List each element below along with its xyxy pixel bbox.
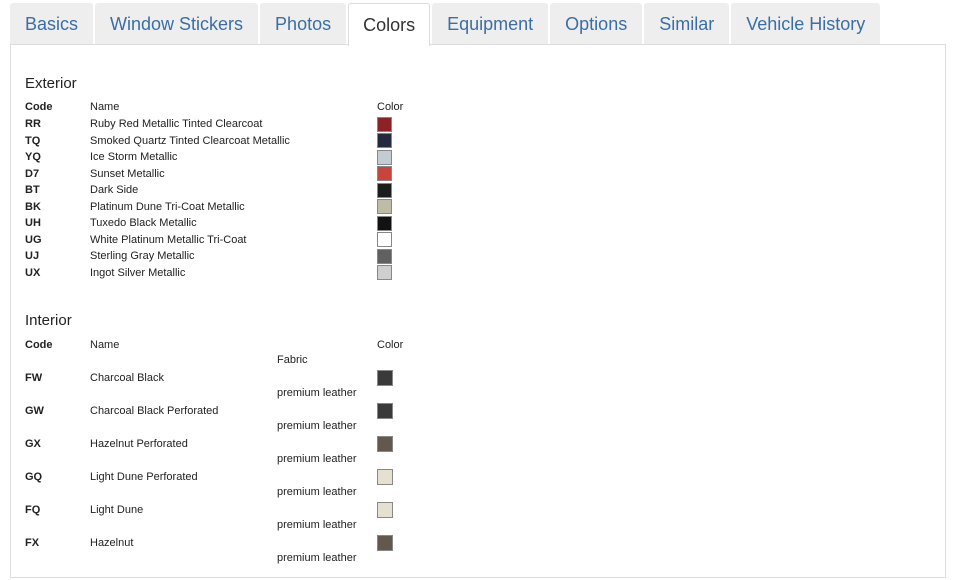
color-swatch bbox=[377, 402, 393, 419]
color-name: Sterling Gray Metallic bbox=[90, 250, 195, 262]
material-label: premium leather bbox=[277, 419, 357, 432]
color-name: Charcoal Black Perforated bbox=[90, 405, 219, 417]
color-code: UG bbox=[25, 233, 42, 246]
color-code: TQ bbox=[25, 134, 41, 147]
color-name: Ice Storm Metallic bbox=[90, 151, 178, 163]
color-code: D7 bbox=[25, 167, 40, 180]
color-code: UJ bbox=[25, 250, 40, 262]
color-swatch bbox=[377, 182, 392, 198]
interior-code-header: Code bbox=[25, 339, 53, 351]
material-label: premium leather bbox=[277, 518, 357, 531]
color-code: GW bbox=[25, 405, 44, 417]
interior-color-header: Color bbox=[377, 339, 404, 351]
exterior-name-header: Name bbox=[90, 101, 120, 113]
color-swatch bbox=[377, 534, 393, 551]
color-name: White Platinum Metallic Tri-Coat bbox=[90, 233, 247, 246]
color-code: FQ bbox=[25, 504, 41, 516]
color-name: Light Dune Perforated bbox=[90, 471, 198, 483]
color-code: GX bbox=[25, 438, 41, 450]
tab-vehicle-history[interactable]: Vehicle History bbox=[731, 3, 881, 44]
color-swatch bbox=[377, 435, 393, 452]
color-swatch bbox=[377, 501, 393, 518]
color-swatch bbox=[377, 149, 392, 165]
color-swatch bbox=[377, 215, 392, 231]
color-code: GQ bbox=[25, 471, 43, 483]
interior-title: Interior bbox=[25, 312, 72, 329]
interior-name-header: Name bbox=[90, 339, 120, 351]
interior-fabric-label: Fabric bbox=[277, 354, 308, 366]
color-name: Ingot Silver Metallic bbox=[90, 266, 186, 279]
color-name: Hazelnut Perforated bbox=[90, 438, 188, 450]
color-name: Dark Side bbox=[90, 184, 139, 196]
material-label: premium leather bbox=[277, 485, 357, 498]
material-label: premium leather bbox=[277, 551, 357, 564]
material-label: premium leather bbox=[277, 452, 357, 465]
color-code: UX bbox=[25, 266, 41, 279]
tab-basics[interactable]: Basics bbox=[10, 3, 94, 44]
color-swatch bbox=[377, 369, 393, 386]
color-name: Ruby Red Metallic Tinted Clearcoat bbox=[90, 118, 263, 130]
color-swatch bbox=[377, 199, 392, 214]
exterior-code-header: Code bbox=[25, 101, 53, 113]
tab-bar: Basics Window Stickers Photos Colors Equipme… bbox=[10, 3, 882, 46]
tab-colors[interactable]: Colors bbox=[348, 3, 431, 46]
color-swatch bbox=[377, 166, 392, 181]
color-swatch bbox=[377, 265, 392, 280]
exterior-title: Exterior bbox=[25, 75, 77, 92]
color-code: FX bbox=[25, 537, 40, 549]
color-name: Charcoal Black bbox=[90, 372, 164, 384]
color-code: BT bbox=[25, 184, 40, 196]
color-name: Smoked Quartz Tinted Clearcoat Metallic bbox=[90, 134, 290, 147]
color-swatch bbox=[377, 468, 393, 485]
color-name: Sunset Metallic bbox=[90, 167, 165, 180]
color-name: Light Dune bbox=[90, 504, 144, 516]
color-code: RR bbox=[25, 118, 41, 130]
color-swatch bbox=[377, 133, 392, 148]
tab-photos[interactable]: Photos bbox=[260, 3, 347, 44]
tab-options[interactable]: Options bbox=[550, 3, 643, 44]
color-swatch bbox=[377, 248, 392, 264]
color-name: Platinum Dune Tri-Coat Metallic bbox=[90, 200, 245, 213]
color-code: BK bbox=[25, 200, 41, 213]
color-code: FW bbox=[25, 372, 43, 384]
color-code: UH bbox=[25, 217, 41, 229]
color-swatch bbox=[377, 232, 392, 247]
color-code: YQ bbox=[25, 151, 41, 163]
exterior-color-header: Color bbox=[377, 101, 404, 113]
tab-window-stickers[interactable]: Window Stickers bbox=[95, 3, 259, 44]
tab-equipment[interactable]: Equipment bbox=[432, 3, 549, 44]
color-swatch bbox=[377, 116, 392, 132]
color-name: Tuxedo Black Metallic bbox=[90, 217, 197, 229]
tab-similar[interactable]: Similar bbox=[644, 3, 730, 44]
colors-panel: Exterior Code Name Color RR Ruby Red Meta… bbox=[10, 44, 946, 578]
color-name: Hazelnut bbox=[90, 537, 134, 549]
material-label: premium leather bbox=[277, 386, 357, 399]
